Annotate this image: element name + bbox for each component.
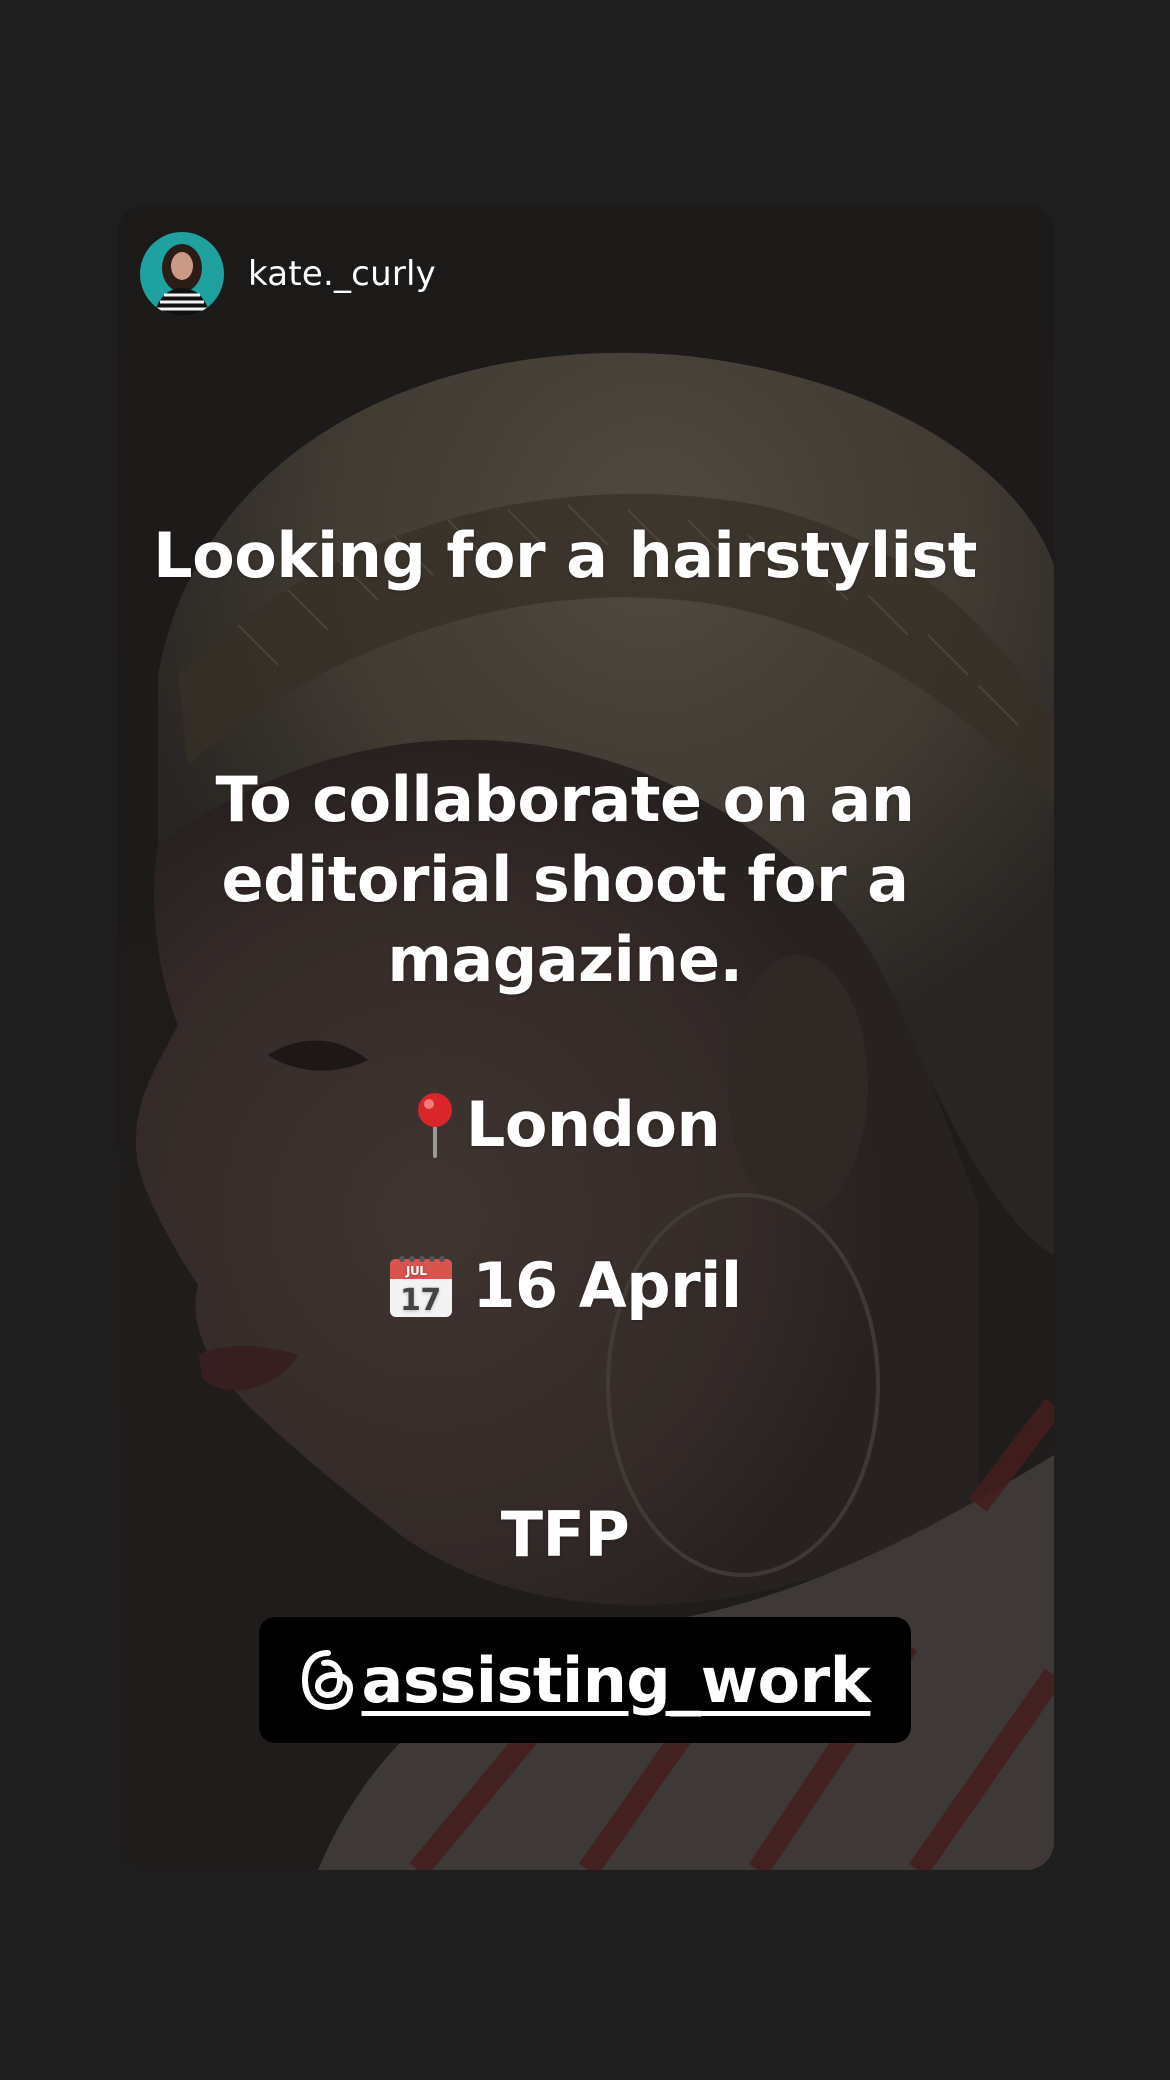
author-username[interactable]: kate._curly xyxy=(248,254,436,294)
calendar-icon-month: JUL xyxy=(405,1264,427,1278)
mention-handle[interactable]: assisting_work xyxy=(362,1644,871,1717)
mention-sticker[interactable]: assisting_work xyxy=(259,1617,911,1743)
story-date: JUL 17 16 April xyxy=(150,1246,980,1326)
story-author[interactable]: kate._curly xyxy=(140,232,436,316)
story-location: London xyxy=(150,1085,980,1165)
story-title: Looking for a hairstylist xyxy=(153,519,977,592)
calendar-icon-day: 17 xyxy=(400,1283,441,1318)
location-label: London xyxy=(465,1088,721,1161)
avatar[interactable] xyxy=(140,232,224,316)
story-viewer: kate._curly Looking for a hairstylist To… xyxy=(0,0,1170,2080)
round-pushpin-icon xyxy=(410,1090,460,1160)
story-terms: TFP xyxy=(500,1498,630,1571)
story-body-text: To collaborate on an editorial shoot for… xyxy=(215,763,915,996)
calendar-icon: JUL 17 xyxy=(388,1253,454,1319)
date-label: 16 April xyxy=(472,1249,742,1322)
threads-icon xyxy=(300,1649,356,1711)
